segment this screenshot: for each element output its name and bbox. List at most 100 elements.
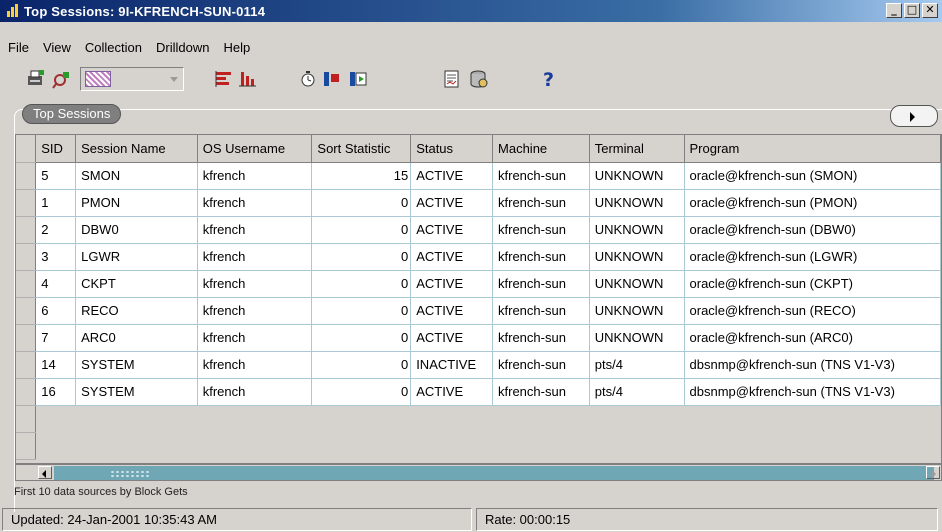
play-icon[interactable] [346,67,370,91]
timer-icon[interactable] [296,67,320,91]
scroll-thumb[interactable] [54,466,934,480]
table-cell: oracle@kfrench-sun (CKPT) [684,270,941,298]
table-cell: kfrench [197,216,313,244]
column-chart-icon[interactable] [236,67,260,91]
row-selector [16,432,37,460]
pattern-swatch-icon [85,71,111,87]
column-header[interactable]: Sort Statistic [311,135,412,163]
table-row[interactable]: 16 SYSTEM kfrench 0 ACTIVE kfrench-sun pts/4 db… [16,378,941,406]
table-cell: SYSTEM [75,351,198,379]
table-cell: ACTIVE [410,270,494,298]
table-cell: dbsnmp@kfrench-sun (TNS V1-V3) [684,351,941,379]
row-selector[interactable] [16,270,37,298]
column-header[interactable]: OS Username [197,135,313,163]
column-header[interactable]: Terminal [589,135,685,163]
table-cell: RECO [75,297,198,325]
menu-drilldown[interactable]: Drilldown [148,40,215,55]
chart-type-combo[interactable] [80,67,184,91]
help-icon[interactable]: ? [536,67,560,91]
minimize-button[interactable]: _ [886,3,902,18]
svg-text:?: ? [543,69,554,90]
status-bar: Updated: 24-Jan-2001 10:35:43 AM Rate: 0… [0,506,942,532]
column-header[interactable]: SID [35,135,77,163]
table-cell: 0 [311,270,412,298]
table-row[interactable]: 3 LGWR kfrench 0 ACTIVE kfrench-sun UNKNOWN ora… [16,243,941,271]
table-row[interactable]: 14 SYSTEM kfrench 0 INACTIVE kfrench-sun pts/4… [16,351,941,379]
table-cell: kfrench [197,324,313,352]
print-icon[interactable] [24,67,48,91]
table-cell: UNKNOWN [589,189,685,217]
row-selector[interactable] [16,189,37,217]
table-row[interactable]: 1 PMON kfrench 0 ACTIVE kfrench-sun UNKNOWN ora… [16,189,941,217]
table-cell: kfrench-sun [492,216,590,244]
table-cell: kfrench-sun [492,162,590,190]
table-row[interactable]: 5 SMON kfrench 15 ACTIVE kfrench-sun UNKNOWN or… [16,162,941,190]
close-button[interactable]: ✕ [922,3,938,18]
table-cell: pts/4 [589,378,685,406]
table-cell: kfrench-sun [492,297,590,325]
menu-file[interactable]: File [0,40,35,55]
table-cell: UNKNOWN [589,297,685,325]
column-header[interactable]: Session Name [75,135,198,163]
table-cell: UNKNOWN [589,243,685,271]
menu-view[interactable]: View [35,40,77,55]
table-cell: kfrench [197,162,313,190]
table-cell: kfrench [197,378,313,406]
row-selector[interactable] [16,297,37,325]
table-cell: UNKNOWN [589,270,685,298]
table-cell: kfrench-sun [492,378,590,406]
row-selector[interactable] [16,162,37,190]
table-cell: 3 [35,243,77,271]
report-icon[interactable] [440,67,464,91]
table-row[interactable]: 4 CKPT kfrench 0 ACTIVE kfrench-sun UNKNOWN ora… [16,270,941,298]
row-selector[interactable] [16,243,37,271]
table-cell: SMON [75,162,198,190]
table-cell: 1 [35,189,77,217]
table-row[interactable]: 2 DBW0 kfrench 0 ACTIVE kfrench-sun UNKNOWN ora… [16,216,941,244]
find-icon[interactable] [50,67,74,91]
app-icon [6,4,20,18]
table-cell: 2 [35,216,77,244]
table-cell: pts/4 [589,351,685,379]
panel-next-button[interactable] [890,105,938,127]
table-cell: UNKNOWN [589,324,685,352]
horizontal-scrollbar[interactable] [15,464,942,481]
stop-icon[interactable] [320,67,344,91]
table-cell: PMON [75,189,198,217]
row-selector[interactable] [16,324,37,352]
database-icon[interactable] [466,67,490,91]
scroll-right-button[interactable] [926,466,940,479]
table-row[interactable]: 6 RECO kfrench 0 ACTIVE kfrench-sun UNKNOWN ora… [16,297,941,325]
row-selector[interactable] [16,351,37,379]
menu-collection[interactable]: Collection [77,40,148,55]
table-cell: UNKNOWN [589,216,685,244]
table-row[interactable]: 7 ARC0 kfrench 0 ACTIVE kfrench-sun UNKNOWN ora… [16,324,941,352]
table-cell: oracle@kfrench-sun (ARC0) [684,324,941,352]
title-bar: Top Sessions: 9I-KFRENCH-SUN-0114 _ □ ✕ [0,0,942,22]
bar-chart-icon[interactable] [212,67,236,91]
menu-help[interactable]: Help [215,40,256,55]
row-selector[interactable] [16,216,37,244]
table-cell: ACTIVE [410,189,494,217]
table-cell: 0 [311,216,412,244]
table-cell: 0 [311,351,412,379]
tab-top-sessions[interactable]: Top Sessions [22,104,122,124]
table-cell: ACTIVE [410,378,494,406]
corner-cell [16,135,37,163]
table-cell: 0 [311,324,412,352]
column-header[interactable]: Machine [492,135,590,163]
table-cell: 14 [35,351,77,379]
table-cell: 0 [311,243,412,271]
table-cell: kfrench-sun [492,351,590,379]
row-selector[interactable] [16,378,37,406]
table-cell: ACTIVE [410,216,494,244]
column-header[interactable]: Status [410,135,494,163]
table-cell: kfrench-sun [492,324,590,352]
column-header[interactable]: Program [684,135,941,163]
maximize-button[interactable]: □ [904,3,920,18]
scroll-left-button[interactable] [38,466,52,479]
table-cell: 15 [311,162,412,190]
grip-icon [110,470,150,478]
table-cell: UNKNOWN [589,162,685,190]
empty-row [16,432,941,460]
